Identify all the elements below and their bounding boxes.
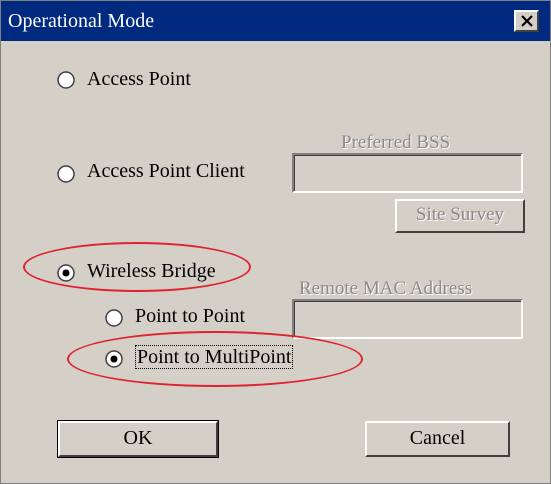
site-survey-button[interactable]: Site Survey (395, 199, 525, 233)
access-point-label[interactable]: Access Point (87, 67, 191, 91)
point-to-multipoint-highlight (67, 331, 363, 387)
access-point-client-radio[interactable] (57, 165, 75, 183)
close-icon (521, 15, 533, 27)
window-title: Operational Mode (8, 10, 155, 32)
remote-mac-input[interactable] (292, 299, 523, 339)
title-bar[interactable]: Operational Mode (1, 1, 550, 41)
wireless-bridge-highlight (23, 242, 251, 292)
ok-button[interactable]: OK (57, 420, 219, 458)
point-to-point-label[interactable]: Point to Point (135, 304, 245, 328)
operational-mode-dialog: Operational Mode Access Point Access Poi… (0, 0, 551, 484)
close-button[interactable] (514, 10, 539, 32)
remote-mac-label: Remote MAC Address (299, 278, 473, 299)
preferred-bss-label: Preferred BSS (341, 132, 451, 153)
access-point-client-label[interactable]: Access Point Client (87, 159, 245, 183)
cancel-button-label: Cancel (409, 427, 466, 449)
point-to-point-radio[interactable] (105, 309, 123, 327)
preferred-bss-input[interactable] (292, 153, 523, 193)
site-survey-button-label: Site Survey (415, 204, 505, 225)
access-point-radio[interactable] (57, 71, 75, 89)
ok-button-label: OK (123, 427, 153, 449)
cancel-button[interactable]: Cancel (365, 421, 510, 457)
